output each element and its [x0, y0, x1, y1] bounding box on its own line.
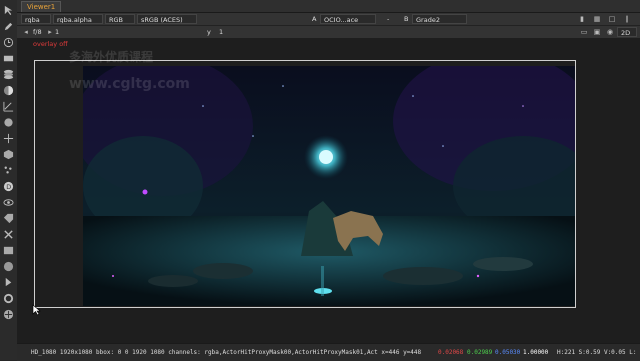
grade-icon[interactable] [2, 84, 15, 97]
blue-value: 0.05030 [495, 349, 521, 356]
format-frame-overlay [34, 60, 576, 308]
hsv-readout: H:221 S:0.59 V:0.05 L: 0.0 [557, 349, 640, 356]
prev-stop-icon[interactable]: ◂ [21, 27, 31, 37]
arrow-icon[interactable] [2, 4, 15, 17]
alpha-channel-dropdown[interactable]: rgba.alpha [53, 14, 103, 24]
colorspace-dropdown[interactable]: sRGB (ACES) [137, 14, 197, 24]
proxy-icon[interactable]: ▭ [579, 27, 589, 37]
tab-viewer1[interactable]: Viewer1 [21, 1, 62, 12]
clock-icon[interactable] [2, 36, 15, 49]
fstop-label[interactable]: f/8 [33, 27, 42, 37]
input-a-dropdown[interactable]: OCIO...ace [320, 14, 376, 24]
transform-icon[interactable] [2, 132, 15, 145]
roi-icon[interactable]: □ [607, 14, 617, 24]
next-stop-icon[interactable]: ▸ [45, 27, 55, 37]
tool-sidebar: D [0, 0, 18, 360]
wipe-operation[interactable]: - [387, 14, 389, 24]
camera-icon[interactable]: ◉ [605, 27, 615, 37]
input-b-dropdown[interactable]: Grade2 [412, 14, 467, 24]
toolsets-icon[interactable] [2, 228, 15, 241]
downscale-icon[interactable]: ▣ [592, 27, 602, 37]
svg-text:D: D [6, 183, 11, 191]
tab-bar: Viewer1 [17, 0, 640, 13]
viewer-toolbar-top: rgba rgba.alpha RGB sRGB (ACES) A OCIO..… [17, 13, 640, 26]
gamma-value[interactable]: 1 [219, 27, 223, 37]
views-icon[interactable] [2, 196, 15, 209]
viewer-canvas[interactable]: overlay off 多海外优质课程 www.cgltg.com [17, 38, 640, 343]
curve-icon[interactable] [2, 100, 15, 113]
pen-icon[interactable] [2, 20, 15, 33]
blur-icon[interactable] [2, 116, 15, 129]
input-a-label: A [312, 15, 317, 23]
gain-value[interactable]: 1 [55, 27, 59, 37]
image-info: HD_1080 1920x1080 bbox: 0 0 1920 1080 ch… [31, 349, 422, 356]
green-value: 0.02989 [467, 349, 493, 356]
alpha-value: 1.00000 [523, 349, 549, 356]
deep-icon[interactable]: D [2, 180, 15, 193]
grid-icon[interactable]: ▦ [592, 14, 602, 24]
lock-icon[interactable]: ▮ [577, 14, 587, 24]
pause-icon[interactable]: ∥ [622, 14, 632, 24]
status-bar: HD_1080 1920x1080 bbox: 0 0 1920 1080 ch… [17, 343, 640, 361]
pointer-icon[interactable] [2, 276, 15, 289]
red-value: 0.02068 [438, 349, 464, 356]
metadata-icon[interactable] [2, 212, 15, 225]
input-b-label: B [404, 15, 409, 23]
particles-icon[interactable] [2, 164, 15, 177]
gamma-label: y [207, 28, 211, 36]
watermark-url: www.cgltg.com [69, 76, 190, 92]
settings-icon[interactable] [2, 292, 15, 305]
mouse-cursor-icon [32, 304, 41, 316]
watermark-text: 多海外优质课程 [69, 50, 154, 64]
overlay-label: overlay off [33, 40, 68, 48]
channels-dropdown[interactable]: rgba [21, 14, 51, 24]
plugin-icon[interactable] [2, 308, 15, 321]
view-mode-dropdown[interactable]: 2D [617, 27, 637, 37]
cube-icon[interactable] [2, 148, 15, 161]
rectangle-icon[interactable] [2, 52, 15, 65]
display-channel-dropdown[interactable]: RGB [105, 14, 135, 24]
other-icon[interactable] [2, 244, 15, 257]
stack-icon[interactable] [2, 68, 15, 81]
furnace-icon[interactable] [2, 260, 15, 273]
